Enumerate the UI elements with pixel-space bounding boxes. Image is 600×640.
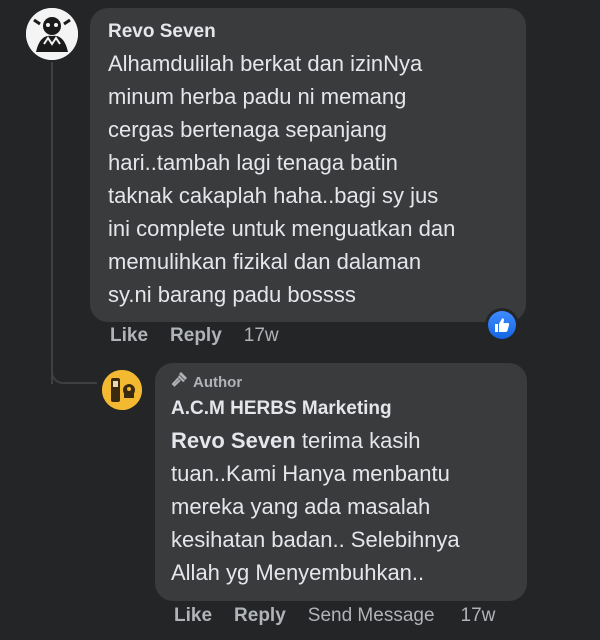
send-message-button[interactable]: Send Message bbox=[308, 605, 435, 627]
reply-button[interactable]: Reply bbox=[234, 605, 286, 627]
thumbs-up-icon bbox=[488, 311, 516, 339]
comment-bubble-reply: Author A.C.M HERBS Marketing Revo Seven … bbox=[155, 363, 527, 601]
comment-actions-main: Like Reply 17w bbox=[110, 325, 279, 347]
comment-bubble-main: Revo Seven Alhamdulilah berkat dan izinN… bbox=[90, 8, 526, 322]
comment-actions-reply: Like Reply Send Message 17w bbox=[174, 605, 495, 627]
mention-link[interactable]: Revo Seven bbox=[171, 428, 296, 453]
avatar-acm-herbs[interactable] bbox=[102, 370, 142, 410]
comment-timestamp[interactable]: 17w bbox=[244, 325, 279, 347]
avatar-image bbox=[26, 8, 78, 60]
reaction-badge[interactable] bbox=[485, 308, 519, 342]
reply-text: Revo Seven terima kasih tuan..Kami Hanya… bbox=[171, 424, 511, 589]
comment-author-name[interactable]: Revo Seven bbox=[108, 20, 510, 44]
avatar-revo-seven[interactable] bbox=[26, 8, 78, 60]
like-button[interactable]: Like bbox=[174, 605, 212, 627]
author-badge-label: Author bbox=[193, 373, 243, 391]
avatar-image bbox=[102, 370, 142, 410]
microphone-icon bbox=[171, 371, 189, 394]
comment-text: Alhamdulilah berkat dan izinNya minum he… bbox=[108, 51, 456, 307]
reply-author-name[interactable]: A.C.M HERBS Marketing bbox=[171, 394, 511, 424]
thread-connector-curve bbox=[51, 362, 97, 384]
reply-button[interactable]: Reply bbox=[170, 325, 222, 347]
like-button[interactable]: Like bbox=[110, 325, 148, 347]
thread-connector-line bbox=[51, 62, 53, 384]
author-badge: Author bbox=[171, 371, 511, 394]
reply-timestamp[interactable]: 17w bbox=[461, 605, 496, 627]
